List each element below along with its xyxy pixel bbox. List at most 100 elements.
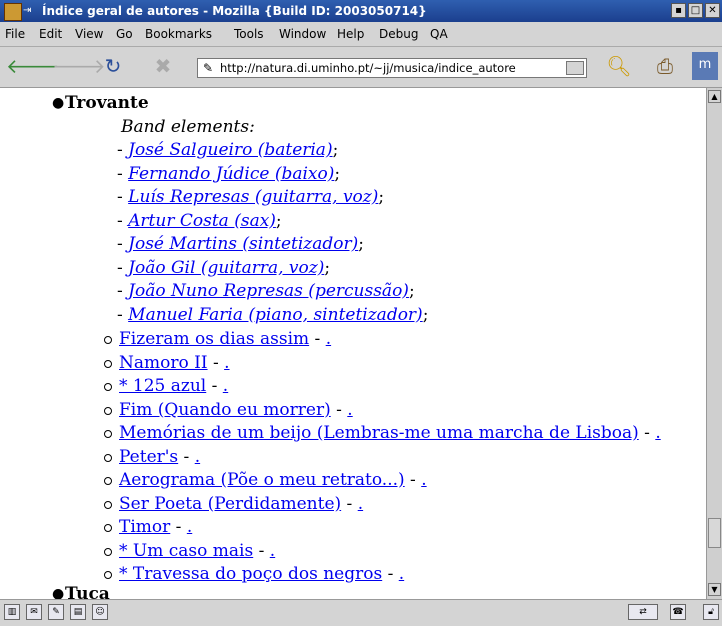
menu-view[interactable]: View [75, 27, 103, 41]
menu-go[interactable]: Go [116, 27, 133, 41]
security-lock-icon: 🔓︎ [703, 604, 719, 620]
irc-chat-icon[interactable]: ☺ [92, 604, 108, 620]
song-title-link[interactable]: Aerograma (Põe o meu retrato...) [119, 470, 405, 490]
member-prefix: - [117, 163, 129, 184]
list-circle-bullet [104, 547, 112, 556]
minimize-button[interactable]: ▪ [671, 3, 686, 18]
menu-qa[interactable]: QA [430, 27, 448, 41]
song-item: Ser Poeta (Perdidamente) - . [119, 494, 363, 514]
url-text: http://natura.di.uminho.pt/~jj/musica/in… [220, 61, 516, 75]
song-detail-link[interactable]: . [223, 376, 228, 396]
stop-icon[interactable]: ✖ [150, 53, 176, 79]
list-circle-bullet [104, 430, 112, 438]
song-detail-link[interactable]: . [421, 470, 426, 490]
member-prefix: - [117, 257, 129, 278]
menu-file[interactable]: File [5, 27, 25, 41]
band-member-link[interactable]: José Martins (sintetizador) [128, 234, 358, 254]
menu-debug[interactable]: Debug [379, 27, 418, 41]
song-detail-link[interactable]: . [399, 564, 404, 584]
reload-icon[interactable]: ↻ [100, 53, 126, 79]
scrollbar-thumb[interactable] [708, 518, 721, 548]
composer-icon[interactable]: ✎ [48, 604, 64, 620]
band-member-link[interactable]: José Salgueiro (bateria) [128, 140, 332, 160]
list-circle-bullet [104, 477, 112, 485]
band-member-item: - Manuel Faria (piano, sintetizador); [117, 305, 428, 325]
song-separator: - [206, 376, 223, 396]
search-icon[interactable]: 🔍︎ [606, 53, 632, 79]
maximize-button[interactable]: □ [688, 3, 703, 18]
scroll-up-button[interactable]: ▲ [708, 90, 721, 103]
scroll-down-button[interactable]: ▼ [708, 583, 721, 596]
song-item: Memórias de um beijo (Lembras-me uma mar… [119, 423, 661, 443]
song-separator: - [330, 399, 348, 420]
back-arrow-icon[interactable]: 🡐 [6, 53, 60, 79]
song-detail-link[interactable]: . [187, 517, 192, 537]
url-dropdown-button[interactable] [566, 61, 584, 75]
member-prefix: - [117, 281, 129, 301]
member-suffix: ; [332, 140, 339, 160]
band-member-link[interactable]: Fernando Júdice (baixo) [128, 164, 334, 184]
song-item: Fizeram os dias assim - . [119, 329, 331, 349]
title-bar: ⇥ Índice geral de autores - Mozilla {Bui… [0, 0, 722, 22]
menu-window[interactable]: Window [279, 27, 326, 41]
page-content: ● Trovante Band elements: - José Salguei… [0, 88, 706, 599]
song-title-link[interactable]: * 125 azul [119, 376, 206, 396]
mail-icon[interactable]: ✉ [26, 604, 42, 620]
song-item: Aerograma (Põe o meu retrato...) - . [119, 470, 427, 490]
band-member-link[interactable]: João Nuno Represas (percussão) [128, 281, 409, 301]
song-detail-link[interactable]: . [195, 447, 200, 467]
menu-help[interactable]: Help [337, 27, 364, 41]
song-detail-link[interactable]: . [347, 400, 352, 420]
list-circle-bullet [104, 336, 112, 344]
band-member-link[interactable]: Luís Represas (guitarra, voz) [128, 187, 378, 207]
song-title-link[interactable]: * Um caso mais [119, 541, 253, 561]
song-item: Peter's - . [119, 447, 200, 467]
song-item: * Um caso mais - . [119, 541, 275, 561]
song-separator: - [341, 493, 358, 514]
song-detail-link[interactable]: . [358, 494, 363, 514]
song-item: Timor - . [119, 517, 192, 537]
song-detail-link[interactable]: . [655, 423, 660, 443]
band-member-item: - Fernando Júdice (baixo); [117, 164, 340, 184]
song-item: * 125 azul - . [119, 376, 228, 396]
next-artist-name: Tuca [65, 584, 110, 599]
band-member-link[interactable]: Artur Costa (sax) [128, 211, 276, 231]
menu-edit[interactable]: Edit [39, 27, 62, 41]
member-suffix: ; [408, 281, 415, 301]
song-detail-link[interactable]: . [270, 541, 275, 561]
list-circle-bullet [104, 383, 112, 391]
song-title-link[interactable]: Namoro II [119, 353, 208, 373]
song-detail-link[interactable]: . [326, 329, 331, 349]
member-suffix: ; [422, 304, 429, 325]
song-detail-link[interactable]: . [224, 353, 229, 373]
song-title-link[interactable]: Timor [119, 517, 170, 537]
member-suffix: ; [275, 210, 282, 231]
band-member-link[interactable]: João Gil (guitarra, voz) [128, 258, 324, 278]
song-item: * Travessa do poço dos negros - . [119, 564, 404, 584]
vertical-scrollbar[interactable]: ▲ ▼ [706, 88, 722, 599]
list-circle-bullet [104, 406, 112, 415]
connection-status-icon: ⇄ [628, 604, 658, 620]
forward-arrow-icon[interactable]: 🡒 [52, 53, 106, 79]
song-title-link[interactable]: Peter's [119, 447, 178, 467]
mozilla-throbber-icon[interactable]: m [692, 52, 718, 80]
menu-bookmarks[interactable]: Bookmarks [145, 27, 212, 41]
online-status-icon[interactable]: ☎ [670, 604, 686, 620]
window-menu-icon[interactable]: ⇥ [23, 0, 31, 22]
url-bar[interactable]: ✎ http://natura.di.uminho.pt/~jj/musica/… [197, 58, 587, 78]
address-book-icon[interactable]: ▤ [70, 604, 86, 620]
song-title-link[interactable]: Memórias de um beijo (Lembras-me uma mar… [119, 423, 639, 443]
menu-tools[interactable]: Tools [234, 27, 264, 41]
list-circle-bullet [104, 359, 112, 368]
song-title-link[interactable]: Fizeram os dias assim [119, 329, 309, 349]
band-member-item: - João Nuno Represas (percussão); [117, 281, 415, 301]
band-member-link[interactable]: Manuel Faria (piano, sintetizador) [128, 305, 423, 325]
band-member-item: - João Gil (guitarra, voz); [117, 258, 330, 278]
print-icon[interactable]: ⎙ [652, 53, 678, 79]
song-title-link[interactable]: Ser Poeta (Perdidamente) [119, 494, 341, 514]
close-button[interactable]: ✕ [705, 3, 720, 18]
mozilla-app-icon[interactable] [4, 3, 22, 21]
song-title-link[interactable]: Fim (Quando eu morrer) [119, 400, 331, 420]
navigator-icon[interactable]: ▥ [4, 604, 20, 620]
song-title-link[interactable]: * Travessa do poço dos negros [119, 564, 382, 584]
